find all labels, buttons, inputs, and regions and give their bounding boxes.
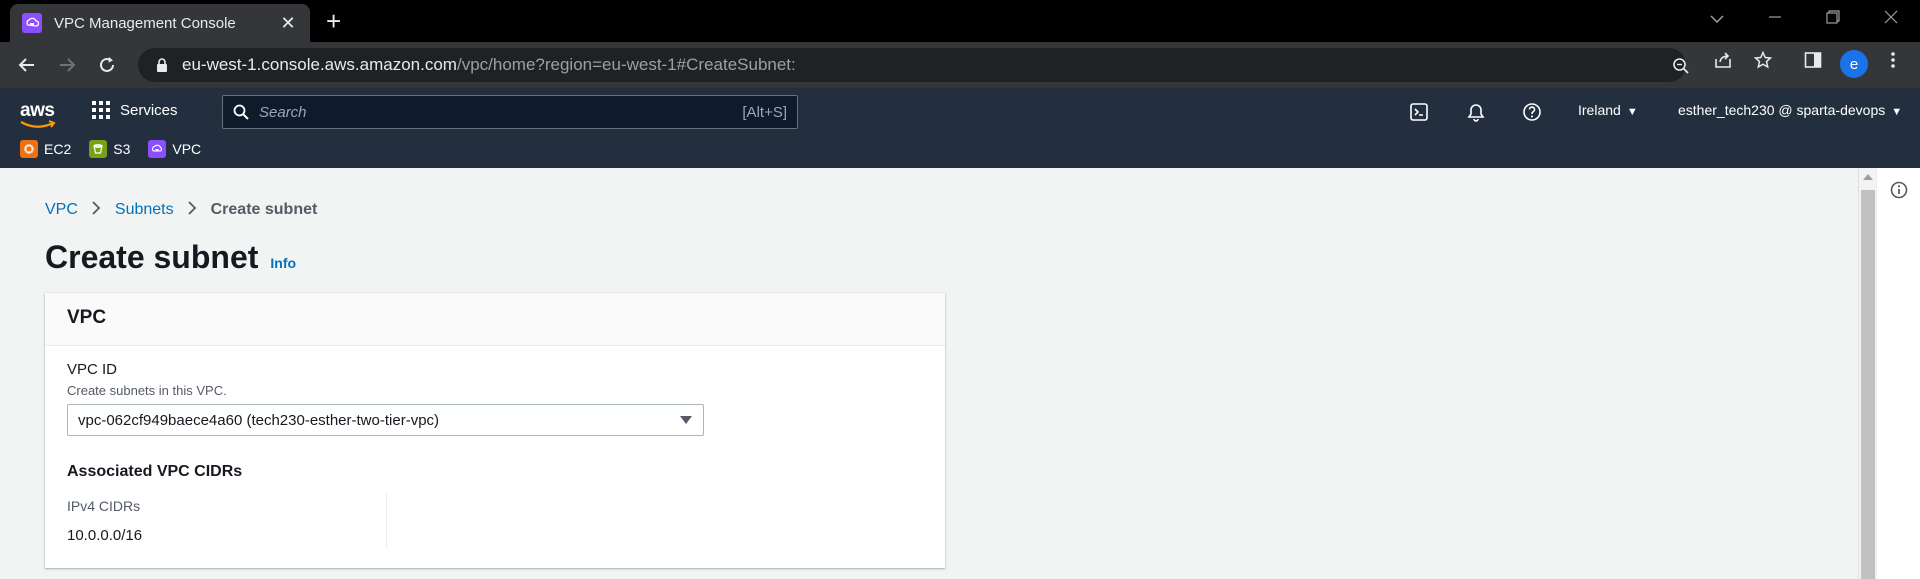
caret-down-icon: ▼: [1891, 106, 1903, 118]
info-circle-icon[interactable]: [1889, 180, 1909, 200]
browser-menu-icon[interactable]: [1882, 49, 1904, 71]
breadcrumb-subnets[interactable]: Subnets: [115, 201, 174, 219]
vpc-favicon-icon: [22, 13, 42, 33]
account-menu[interactable]: esther_tech230 @ sparta-devops ▼: [1678, 102, 1902, 118]
search-placeholder: Search: [259, 103, 307, 121]
caret-down-icon: ▼: [1626, 106, 1638, 118]
favorite-label: EC2: [44, 141, 72, 157]
caret-down-icon: [680, 416, 692, 424]
vpc-id-value: vpc-062cf949baece4a60 (tech230-esther-tw…: [78, 411, 440, 429]
chevron-right-icon: [92, 199, 101, 220]
url-host: eu-west-1.console.aws.amazon.com: [182, 55, 457, 74]
breadcrumb: VPC Subnets Create subnet: [45, 199, 317, 220]
profile-avatar[interactable]: e: [1840, 50, 1868, 78]
breadcrumb-current: Create subnet: [210, 200, 318, 218]
scroll-up-icon[interactable]: [1863, 174, 1873, 180]
reload-icon[interactable]: [94, 52, 120, 78]
breadcrumb-vpc[interactable]: VPC: [45, 201, 78, 219]
aws-top-nav: aws Services Search [Alt+S] Ireland ▼ est…: [0, 88, 1920, 168]
side-panel-icon[interactable]: [1802, 49, 1824, 71]
favorite-s3[interactable]: S3: [89, 140, 130, 158]
lock-icon[interactable]: [152, 55, 172, 75]
chevron-right-icon: [187, 199, 197, 220]
minimize-icon[interactable]: [1768, 8, 1782, 29]
page-title: Create subnet Info: [45, 239, 296, 276]
services-menu[interactable]: Services: [92, 101, 178, 119]
bookmark-star-icon[interactable]: [1752, 49, 1774, 71]
vpc-id-select[interactable]: vpc-062cf949baece4a60 (tech230-esther-tw…: [67, 404, 704, 436]
search-shortcut: [Alt+S]: [742, 103, 787, 121]
window-close-icon[interactable]: [1884, 8, 1898, 29]
column-divider: [386, 493, 387, 548]
ipv4-cidrs-label: IPv4 CIDRs: [67, 498, 141, 514]
zoom-icon[interactable]: [1670, 55, 1692, 77]
new-tab-icon[interactable]: +: [326, 7, 341, 35]
tab-search-chevron-icon[interactable]: [1710, 8, 1724, 29]
vpc-service-icon: [148, 140, 167, 158]
cloudshell-icon[interactable]: [1408, 101, 1430, 123]
services-label: Services: [120, 101, 178, 119]
favorite-label: S3: [113, 141, 131, 157]
browser-toolbar: eu-west-1.console.aws.amazon.com/vpc/hom…: [0, 42, 1920, 88]
address-bar[interactable]: eu-west-1.console.aws.amazon.com/vpc/hom…: [138, 48, 1689, 82]
region-selector[interactable]: Ireland ▼: [1578, 102, 1638, 118]
restore-icon[interactable]: [1826, 8, 1840, 29]
ec2-service-icon: [20, 140, 38, 158]
s3-service-icon: [89, 140, 108, 158]
page-scrollbar[interactable]: [1858, 168, 1876, 579]
url-path: /vpc/home?region=eu-west-1#CreateSubnet:: [456, 55, 796, 74]
search-icon: [233, 104, 249, 120]
tab-title: VPC Management Console: [54, 14, 236, 32]
scroll-thumb[interactable]: [1861, 190, 1875, 579]
help-icon[interactable]: [1521, 101, 1543, 123]
notifications-bell-icon[interactable]: [1465, 101, 1487, 123]
associated-cidrs-title: Associated VPC CIDRs: [67, 463, 243, 480]
page-title-text: Create subnet: [45, 239, 259, 275]
account-label: esther_tech230 @ sparta-devops: [1678, 102, 1886, 118]
browser-tabstrip: VPC Management Console ✕ +: [0, 0, 1920, 42]
info-link[interactable]: Info: [270, 255, 296, 271]
ipv4-cidrs-value: 10.0.0.0/16: [67, 527, 143, 544]
vpc-panel: VPC VPC ID Create subnets in this VPC. v…: [45, 293, 945, 568]
grid-menu-icon: [92, 101, 110, 119]
favorites-bar: EC2 S3 VPC: [20, 140, 219, 158]
forward-icon[interactable]: [54, 52, 80, 78]
share-icon[interactable]: [1712, 49, 1734, 71]
aws-smile-icon: [20, 120, 56, 128]
tab-close-icon[interactable]: ✕: [278, 13, 298, 34]
back-icon[interactable]: [14, 52, 40, 78]
browser-tab[interactable]: VPC Management Console ✕: [10, 4, 310, 42]
favorite-label: VPC: [172, 141, 202, 157]
favorite-ec2[interactable]: EC2: [20, 140, 71, 158]
aws-logo[interactable]: aws: [20, 100, 55, 122]
help-side-rail: [1876, 168, 1920, 579]
vpc-panel-header: VPC: [45, 293, 945, 346]
vpc-id-description: Create subnets in this VPC.: [67, 383, 227, 398]
main-content: VPC Subnets Create subnet Create subnet …: [0, 168, 1860, 579]
vpc-id-label: VPC ID: [67, 361, 118, 378]
aws-search-input[interactable]: Search [Alt+S]: [222, 95, 798, 129]
region-label: Ireland: [1578, 102, 1621, 118]
url-text[interactable]: eu-west-1.console.aws.amazon.com/vpc/hom…: [182, 55, 796, 75]
favorite-vpc[interactable]: VPC: [148, 140, 201, 158]
